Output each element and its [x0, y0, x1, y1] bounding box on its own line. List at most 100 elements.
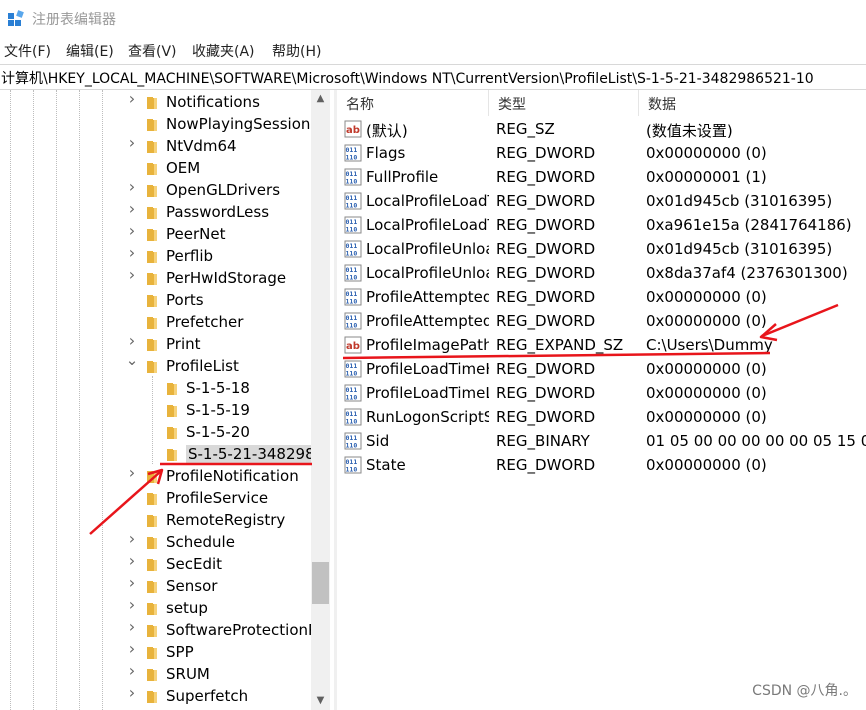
svg-text:011: 011	[346, 170, 358, 178]
chevron-right-icon[interactable]: ›	[125, 135, 139, 151]
column-header-type[interactable]: 类型	[489, 90, 639, 116]
value-row[interactable]: 110011ProfileLoadTimeHighREG_DWORD0x0000…	[337, 357, 866, 381]
value-row[interactable]: 110011LocalProfileUnloadTimeHighREG_DWOR…	[337, 237, 866, 261]
value-row[interactable]: 110011ProfileAttemptedProfileDownloadTim…	[337, 309, 866, 333]
svg-text:011: 011	[346, 434, 358, 442]
svg-text:110: 110	[346, 370, 358, 378]
value-row[interactable]: ab ProfileImagePath REG_EXPAND_SZ C:\Users\…	[337, 333, 866, 357]
tree-item[interactable]: OEM	[0, 157, 312, 179]
menu-favorites[interactable]: 收藏夹(A)	[192, 41, 255, 61]
tree-item[interactable]: S-1-5-21-3482986521	[0, 443, 330, 465]
tree-item[interactable]: › setup	[0, 597, 312, 619]
tree-item[interactable]: RemoteRegistry	[0, 509, 312, 531]
value-type: REG_DWORD	[496, 192, 596, 210]
tree-item[interactable]: › PerHwIdStorage	[0, 267, 312, 289]
tree-item[interactable]: Ports	[0, 289, 312, 311]
value-name: (默认)	[366, 122, 408, 140]
chevron-right-icon[interactable]: ›	[125, 685, 139, 701]
value-row[interactable]: 110 011 Sid REG_BINARY 01 05 00 00 00 00 00 …	[337, 429, 866, 453]
value-name: LocalProfileUnloadTimeHigh	[366, 240, 489, 258]
menu-view[interactable]: 查看(V)	[128, 41, 177, 61]
svg-text:110: 110	[346, 394, 358, 402]
column-header-data[interactable]: 数据	[639, 90, 866, 116]
tree-item[interactable]: › SoftwareProtectionPlatform	[0, 619, 330, 641]
chevron-right-icon[interactable]: ›	[125, 641, 139, 657]
value-row[interactable]: 110 011 State REG_DWORD 0x00000000 (0)	[337, 453, 866, 477]
tree-item[interactable]: › ProfileNotification	[0, 465, 312, 487]
column-header-name[interactable]: 名称	[337, 90, 489, 116]
string-value-icon: ab	[344, 120, 362, 138]
scroll-thumb[interactable]	[312, 562, 329, 604]
chevron-right-icon[interactable]: ›	[125, 575, 139, 591]
tree-item-label: S-1-5-19	[186, 401, 250, 419]
tree-item[interactable]: S-1-5-19	[0, 399, 312, 421]
svg-text:011: 011	[346, 314, 358, 322]
menu-help[interactable]: 帮助(H)	[272, 41, 321, 61]
tree-item[interactable]: ProfileService	[0, 487, 312, 509]
menu-file[interactable]: 文件(F)	[4, 41, 51, 61]
chevron-right-icon[interactable]: ›	[125, 465, 139, 481]
chevron-right-icon[interactable]: ›	[125, 245, 139, 261]
value-row[interactable]: 110011LocalProfileLoadTimeLowREG_DWORD0x…	[337, 213, 866, 237]
tree-item[interactable]: › Schedule	[0, 531, 312, 553]
menu-edit[interactable]: 编辑(E)	[66, 41, 114, 61]
value-row[interactable]: 110011RunLogonScriptSyncREG_DWORD0x00000…	[337, 405, 866, 429]
value-row[interactable]: 110011ProfileAttemptedProfileDownloadTim…	[337, 285, 866, 309]
chevron-right-icon[interactable]: ›	[125, 267, 139, 283]
chevron-right-icon[interactable]: ›	[125, 223, 139, 239]
folder-icon	[145, 666, 161, 682]
value-data: 0x00000000 (0)	[646, 384, 767, 402]
tree-item[interactable]: › Perflib	[0, 245, 312, 267]
tree-item[interactable]: NowPlayingSessionManager	[0, 113, 330, 135]
tree-item[interactable]: › Print	[0, 333, 312, 355]
chevron-right-icon[interactable]: ›	[125, 619, 139, 635]
tree-item[interactable]: › PasswordLess	[0, 201, 312, 223]
tree-item[interactable]: › PeerNet	[0, 223, 312, 245]
svg-text:011: 011	[346, 458, 358, 466]
folder-icon	[165, 446, 181, 462]
svg-text:110: 110	[346, 202, 358, 210]
value-row[interactable]: 110011LocalProfileUnloadTimeLowREG_DWORD…	[337, 261, 866, 285]
value-name: State	[366, 456, 406, 474]
binary-value-icon: 110011	[344, 408, 362, 426]
tree-item[interactable]: Prefetcher	[0, 311, 312, 333]
tree-item[interactable]: S-1-5-18	[0, 377, 312, 399]
tree-item[interactable]: › SPP	[0, 641, 312, 663]
tree-item[interactable]: S-1-5-20	[0, 421, 312, 443]
chevron-right-icon[interactable]: ›	[125, 333, 139, 349]
value-row[interactable]: 110011LocalProfileLoadTimeHighREG_DWORD0…	[337, 189, 866, 213]
chevron-right-icon[interactable]: ›	[125, 201, 139, 217]
scroll-up-arrow-icon[interactable]: ▲	[311, 90, 330, 108]
tree-scrollbar[interactable]: ▲ ▼	[311, 90, 330, 710]
chevron-right-icon[interactable]: ›	[125, 179, 139, 195]
tree-item[interactable]: › Superfetch	[0, 685, 312, 707]
key-tree[interactable]: › Notifications NowPlayingSessionManager › N…	[0, 90, 330, 710]
tree-item-label: Sensor	[166, 577, 218, 595]
value-row[interactable]: 110011ProfileLoadTimeLowREG_DWORD0x00000…	[337, 381, 866, 405]
value-row[interactable]: ab (默认) REG_SZ (数值未设置)	[337, 117, 866, 141]
value-row[interactable]: 110 011 Flags REG_DWORD 0x00000000 (0)	[337, 141, 866, 165]
tree-item[interactable]: ⌄ ProfileList	[0, 353, 312, 377]
tree-item[interactable]: › Sensor	[0, 575, 312, 597]
tree-item[interactable]: › SRUM	[0, 663, 312, 685]
chevron-right-icon[interactable]: ›	[125, 663, 139, 679]
value-data: 0x00000000 (0)	[646, 408, 767, 426]
address-path[interactable]: 计算机\HKEY_LOCAL_MACHINE\SOFTWARE\Microsof…	[1, 68, 814, 88]
chevron-down-icon[interactable]: ⌄	[125, 353, 139, 368]
values-list[interactable]: 名称 类型 数据 ab (默认) REG_SZ (数值未设置) 110 011 Flags R…	[337, 90, 866, 710]
chevron-right-icon[interactable]: ›	[125, 91, 139, 107]
tree-item[interactable]: › NtVdm64	[0, 135, 312, 157]
tree-item[interactable]: › Notifications	[0, 91, 312, 113]
binary-value-icon: 110011	[344, 264, 362, 282]
tree-item[interactable]: › SecEdit	[0, 553, 312, 575]
chevron-right-icon[interactable]: ›	[125, 597, 139, 613]
value-row[interactable]: 110 011 FullProfile REG_DWORD 0x00000001 (1)	[337, 165, 866, 189]
chevron-right-icon[interactable]: ›	[125, 553, 139, 569]
binary-value-icon: 110011	[344, 432, 362, 450]
tree-item[interactable]: › OpenGLDrivers	[0, 179, 312, 201]
address-bar[interactable]: 计算机\HKEY_LOCAL_MACHINE\SOFTWARE\Microsof…	[0, 64, 866, 90]
scroll-down-arrow-icon[interactable]: ▼	[311, 692, 330, 710]
tree-item-label: S-1-5-18	[186, 379, 250, 397]
folder-icon	[165, 380, 181, 396]
chevron-right-icon[interactable]: ›	[125, 531, 139, 547]
